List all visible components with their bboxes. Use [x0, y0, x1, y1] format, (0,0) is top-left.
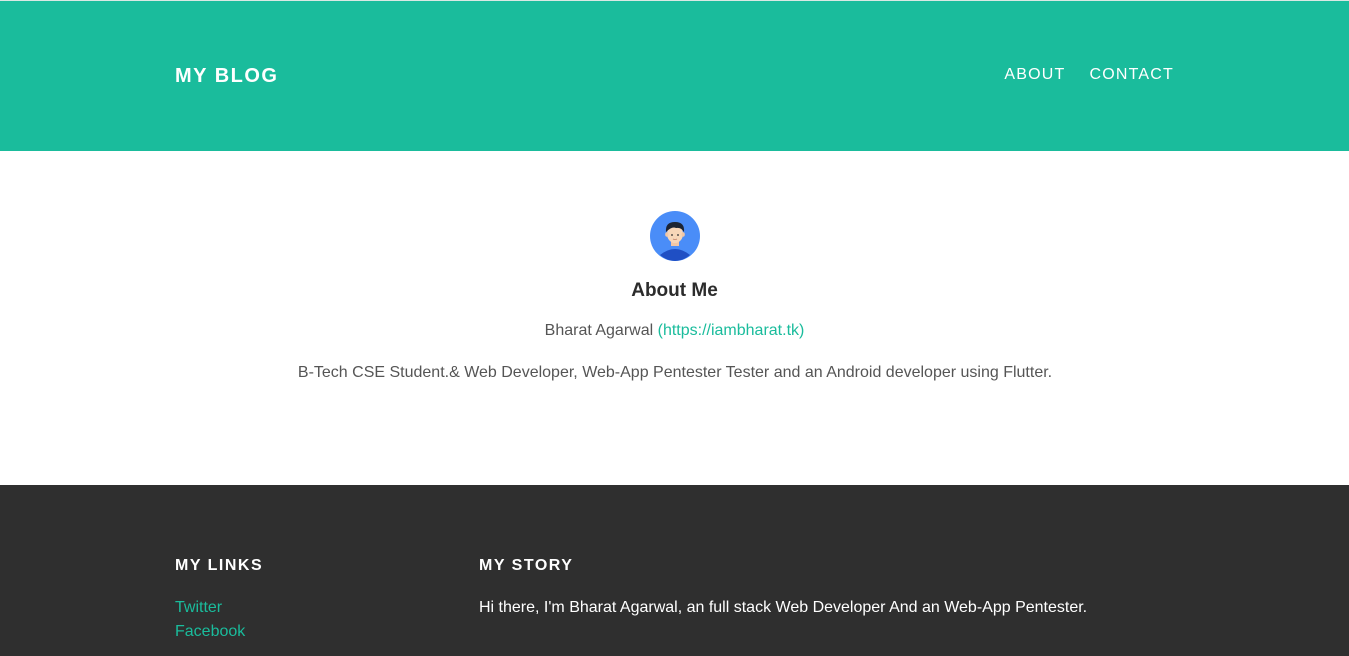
- site-footer: MY LINKS Twitter Facebook MY STORY Hi th…: [0, 485, 1349, 656]
- about-title: About Me: [631, 280, 718, 301]
- my-links-title: MY LINKS: [175, 557, 264, 574]
- my-story-title: MY STORY: [479, 557, 574, 574]
- footer-links: Twitter Facebook: [175, 597, 245, 643]
- author-bio: B-Tech CSE Student.& Web Developer, Web-…: [297, 364, 1053, 381]
- about-section: About Me Bharat Agarwal (https://iambhar…: [0, 151, 1349, 485]
- author-website-link[interactable]: (https://iambharat.tk): [658, 322, 805, 339]
- facebook-link[interactable]: Facebook: [175, 621, 245, 643]
- user-avatar-icon: [650, 211, 700, 261]
- nav-contact-link[interactable]: CONTACT: [1089, 66, 1174, 84]
- brand-link[interactable]: MY BLOG: [175, 65, 278, 88]
- nav-about-link[interactable]: ABOUT: [1004, 66, 1065, 84]
- author-line: Bharat Agarwal (https://iambharat.tk): [0, 322, 1349, 340]
- author-name: Bharat Agarwal: [544, 322, 654, 339]
- site-header: MY BLOG ABOUT CONTACT: [0, 0, 1349, 151]
- my-story-text: Hi there, I'm Bharat Agarwal, an full st…: [479, 599, 1088, 616]
- twitter-link[interactable]: Twitter: [175, 597, 245, 619]
- main-nav: ABOUT CONTACT: [1004, 66, 1174, 84]
